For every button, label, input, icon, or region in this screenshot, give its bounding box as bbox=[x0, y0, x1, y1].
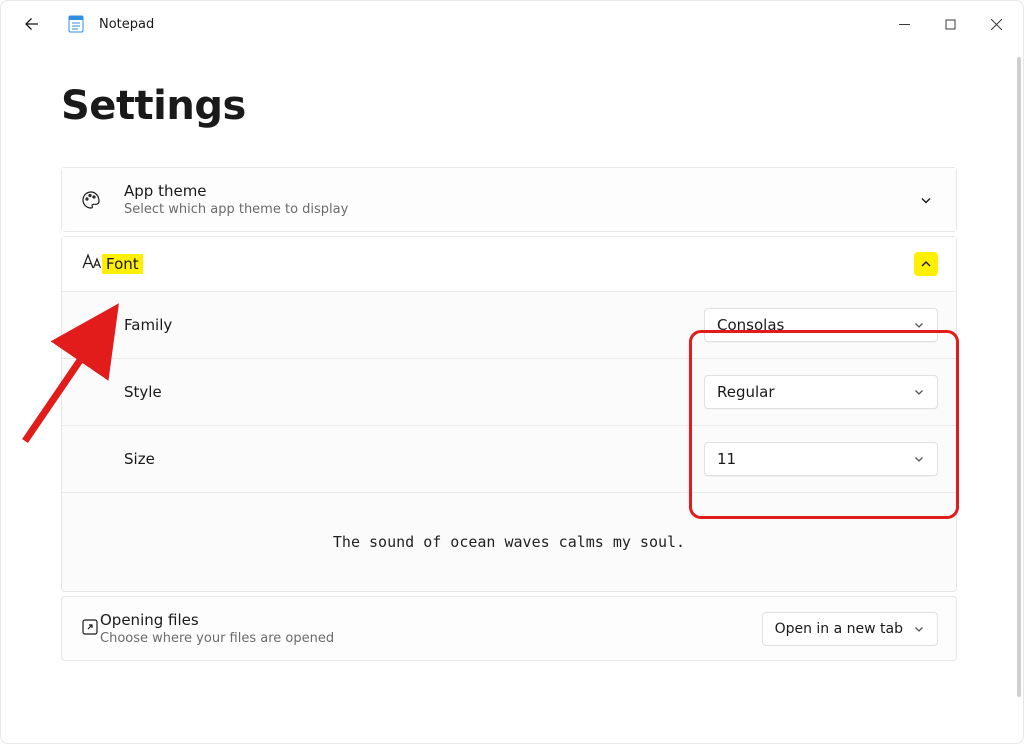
font-family-label: Family bbox=[124, 316, 172, 334]
font-size-dropdown[interactable]: 11 bbox=[704, 442, 938, 476]
maximize-icon bbox=[945, 19, 956, 30]
font-chevron[interactable] bbox=[914, 252, 938, 276]
opening-files-dropdown[interactable]: Open in a new tab bbox=[762, 612, 938, 646]
app-theme-title: App theme bbox=[124, 182, 348, 200]
font-card: Font Family Consolas Style Regular bbox=[61, 236, 957, 592]
opening-files-title: Opening files bbox=[100, 611, 334, 629]
font-family-dropdown[interactable]: Consolas bbox=[704, 308, 938, 342]
chevron-down-icon bbox=[913, 623, 925, 635]
notepad-app-icon bbox=[67, 15, 85, 33]
back-button[interactable] bbox=[15, 7, 49, 41]
font-preview: The sound of ocean waves calms my soul. bbox=[62, 493, 956, 591]
font-size-value: 11 bbox=[717, 450, 736, 468]
font-icon bbox=[80, 251, 102, 277]
opening-files-subtitle: Choose where your files are opened bbox=[100, 631, 334, 646]
app-theme-text: App theme Select which app theme to disp… bbox=[124, 182, 348, 217]
app-title: Notepad bbox=[99, 17, 154, 32]
font-style-value: Regular bbox=[717, 383, 775, 401]
font-size-label: Size bbox=[124, 450, 155, 468]
app-theme-subtitle: Select which app theme to display bbox=[124, 202, 348, 217]
window-controls bbox=[881, 8, 1019, 40]
content-area: Settings App theme Select which app them… bbox=[1, 47, 1023, 743]
open-file-icon bbox=[80, 617, 100, 641]
minimize-button[interactable] bbox=[881, 8, 927, 40]
opening-files-card: Opening files Choose where your files ar… bbox=[61, 596, 957, 661]
app-window: Notepad Settings bbox=[0, 0, 1024, 744]
minimize-icon bbox=[899, 19, 910, 30]
font-style-dropdown[interactable]: Regular bbox=[704, 375, 938, 409]
chevron-down-icon bbox=[913, 453, 925, 465]
font-title: Font bbox=[102, 254, 143, 274]
font-family-row: Family Consolas bbox=[62, 292, 956, 359]
page-title: Settings bbox=[61, 83, 957, 129]
close-icon bbox=[991, 19, 1002, 30]
close-button[interactable] bbox=[973, 8, 1019, 40]
font-size-row: Size 11 bbox=[62, 426, 956, 493]
maximize-button[interactable] bbox=[927, 8, 973, 40]
font-style-label: Style bbox=[124, 383, 162, 401]
back-arrow-icon bbox=[24, 16, 40, 32]
opening-files-text: Opening files Choose where your files ar… bbox=[100, 611, 334, 646]
opening-files-header: Opening files Choose where your files ar… bbox=[62, 597, 956, 660]
chevron-down-icon bbox=[913, 386, 925, 398]
app-theme-chevron[interactable] bbox=[914, 188, 938, 212]
chevron-up-icon bbox=[919, 257, 933, 271]
palette-icon bbox=[80, 189, 102, 211]
opening-files-value: Open in a new tab bbox=[775, 621, 903, 637]
font-family-value: Consolas bbox=[717, 316, 784, 334]
app-theme-card[interactable]: App theme Select which app theme to disp… bbox=[61, 167, 957, 232]
chevron-down-icon bbox=[919, 193, 933, 207]
font-style-row: Style Regular bbox=[62, 359, 956, 426]
app-theme-header[interactable]: App theme Select which app theme to disp… bbox=[62, 168, 956, 231]
titlebar: Notepad bbox=[1, 1, 1023, 47]
font-header[interactable]: Font bbox=[62, 237, 956, 292]
chevron-down-icon bbox=[913, 319, 925, 331]
